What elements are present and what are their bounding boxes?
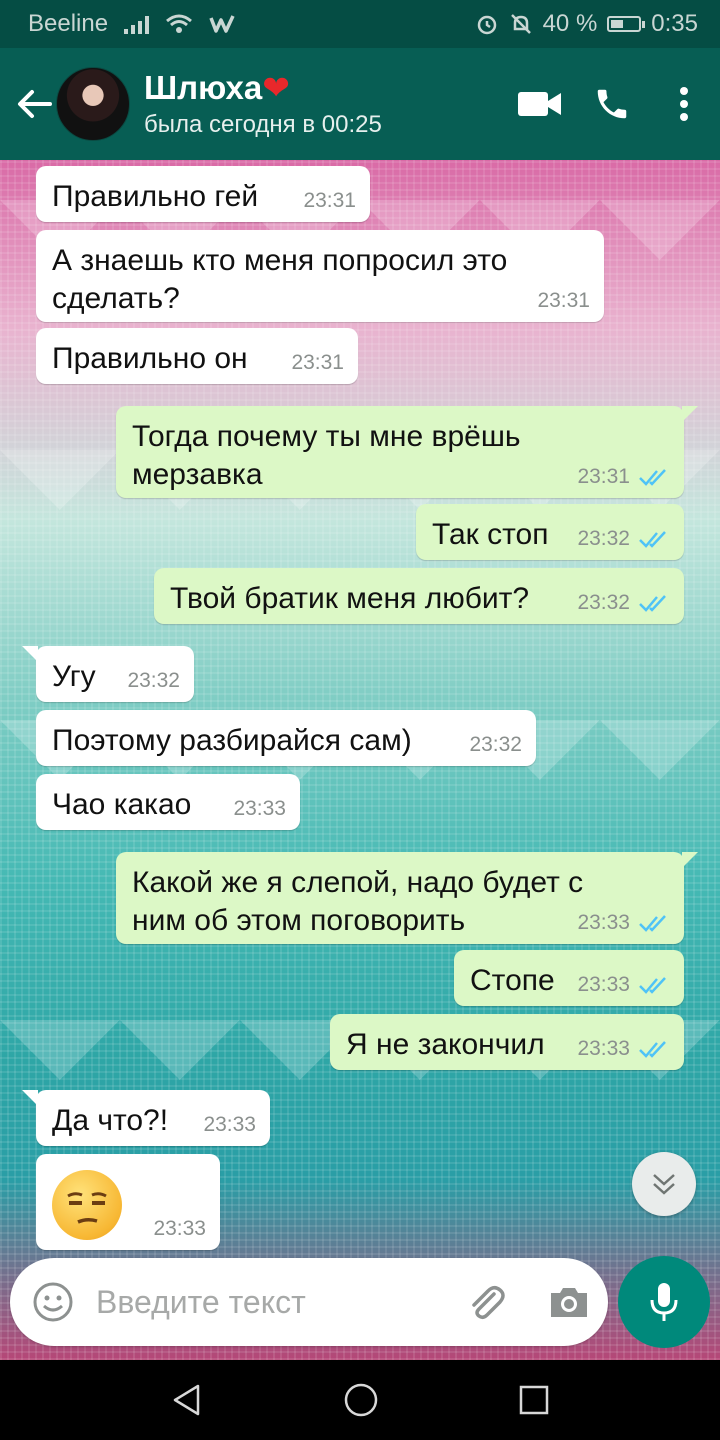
message-text: Стопе [470, 964, 555, 997]
emoji-icon[interactable] [32, 1281, 74, 1323]
message-bubble-outgoing[interactable]: Какой же я слепой, надо будет с ним об э… [116, 852, 698, 944]
battery-percent: 40 % [542, 10, 598, 37]
more-vert-icon [680, 87, 688, 121]
last-seen: была сегодня в 00:25 [144, 111, 382, 138]
video-call-button[interactable] [504, 48, 576, 160]
message-bubble-incoming[interactable]: Правильно гей 23:31 [36, 166, 370, 222]
voice-record-button[interactable] [618, 1256, 710, 1348]
message-text: Чао какао [52, 788, 192, 821]
system-navigation-bar [0, 1360, 720, 1440]
message-time: 23:32 [577, 527, 630, 550]
chat-header: Шлюха❤ была сегодня в 00:25 [0, 48, 720, 160]
message-time: 23:33 [577, 973, 630, 996]
message-bubble-incoming[interactable]: А знаешь кто меня попросил это сделать? … [36, 230, 604, 322]
mic-icon [650, 1283, 678, 1321]
contact-name: Шлюха❤ [144, 69, 504, 107]
message-composer[interactable]: Введите текст [10, 1258, 608, 1346]
message-time: 23:31 [577, 465, 630, 488]
wifi-icon [166, 14, 193, 33]
message-bubble-incoming[interactable]: Правильно он 23:31 [36, 328, 358, 384]
message-time: 23:32 [469, 733, 522, 756]
read-ticks-icon [639, 469, 666, 486]
contact-name-text: Шлюха [144, 69, 263, 106]
message-bubble-incoming[interactable]: Чао какао 23:33 [36, 774, 300, 830]
message-time: 23:33 [153, 1217, 206, 1240]
message-time: 23:33 [577, 1037, 630, 1060]
more-options-button[interactable] [648, 48, 720, 160]
message-time: 23:33 [577, 911, 630, 934]
emoji-face-features [67, 1192, 107, 1224]
message-text: Какой же я слепой, надо будет с ним об э… [132, 866, 584, 937]
message-bubble-outgoing[interactable]: Тогда почему ты мне врёшь мерзавка 23:31 [116, 406, 698, 498]
message-text: Угу [52, 660, 96, 693]
message-time: 23:33 [233, 797, 286, 820]
message-bubble-outgoing[interactable]: Я не закончил 23:33 [330, 1014, 684, 1070]
read-ticks-icon [639, 595, 666, 612]
message-bubble-outgoing[interactable]: Твой братик меня любит? 23:32 [154, 568, 684, 624]
read-ticks-icon [639, 977, 666, 994]
message-text: Тогда почему ты мне врёшь мерзавка [132, 420, 521, 491]
message-bubble-incoming[interactable]: Угу 23:32 [22, 646, 194, 702]
signal-icon [124, 14, 150, 34]
message-time: 23:33 [203, 1113, 256, 1136]
scroll-down-icon [653, 1174, 675, 1195]
message-time: 23:32 [127, 669, 180, 692]
battery-level [611, 20, 624, 28]
status-bar: Beeline 40 % 0:35 [0, 0, 720, 48]
alarm-icon [477, 15, 496, 35]
message-input[interactable]: Введите текст [96, 1284, 464, 1321]
back-arrow-icon [18, 90, 52, 118]
phone-icon [597, 89, 627, 119]
message-time: 23:31 [303, 189, 356, 212]
avatar[interactable] [56, 67, 130, 141]
message-bubble-incoming[interactable]: 23:33 [36, 1154, 220, 1250]
message-text: Правильно он [52, 342, 248, 375]
heart-icon: ❤ [262, 69, 290, 106]
mute-bell-icon [510, 14, 531, 34]
nav-back-icon[interactable] [170, 1383, 204, 1417]
message-text: Да что?! [52, 1104, 169, 1137]
message-time: 23:32 [577, 591, 630, 614]
voice-call-button[interactable] [576, 48, 648, 160]
message-text: Твой братик меня любит? [170, 582, 530, 615]
message-text: Так стоп [432, 518, 549, 551]
carrier-name: Beeline [28, 10, 109, 37]
video-call-icon [518, 92, 561, 116]
nav-recents-icon[interactable] [518, 1384, 550, 1416]
message-text: Я не закончил [346, 1028, 545, 1061]
message-bubble-incoming[interactable]: Поэтому разбирайся сам) 23:32 [36, 710, 536, 766]
read-ticks-icon [639, 531, 666, 548]
scroll-to-bottom-button[interactable] [632, 1152, 696, 1216]
message-time: 23:31 [291, 351, 344, 374]
message-time: 23:31 [537, 289, 590, 312]
message-text: Поэтому разбирайся сам) [52, 724, 412, 757]
clock: 0:35 [651, 10, 698, 37]
nav-home-icon[interactable] [343, 1382, 379, 1418]
contact-info[interactable]: Шлюха❤ была сегодня в 00:25 [144, 69, 504, 139]
message-text: Правильно гей [52, 180, 259, 213]
attach-icon[interactable] [464, 1280, 508, 1324]
whatsapp-notification-icon [209, 15, 235, 33]
read-ticks-icon [639, 915, 666, 932]
camera-icon[interactable] [548, 1284, 590, 1320]
message-bubble-outgoing[interactable]: Стопе 23:33 [454, 950, 684, 1006]
message-bubble-incoming[interactable]: Да что?! 23:33 [22, 1090, 270, 1146]
message-text: А знаешь кто меня попросил это сделать? [52, 244, 508, 315]
chat-area[interactable]: Правильно гей 23:31 А знаешь кто меня по… [0, 160, 720, 1360]
battery-icon [607, 16, 646, 32]
message-bubble-outgoing[interactable]: Так стоп 23:32 [416, 504, 684, 560]
unamused-face-emoji [52, 1170, 122, 1240]
read-ticks-icon [639, 1041, 666, 1058]
